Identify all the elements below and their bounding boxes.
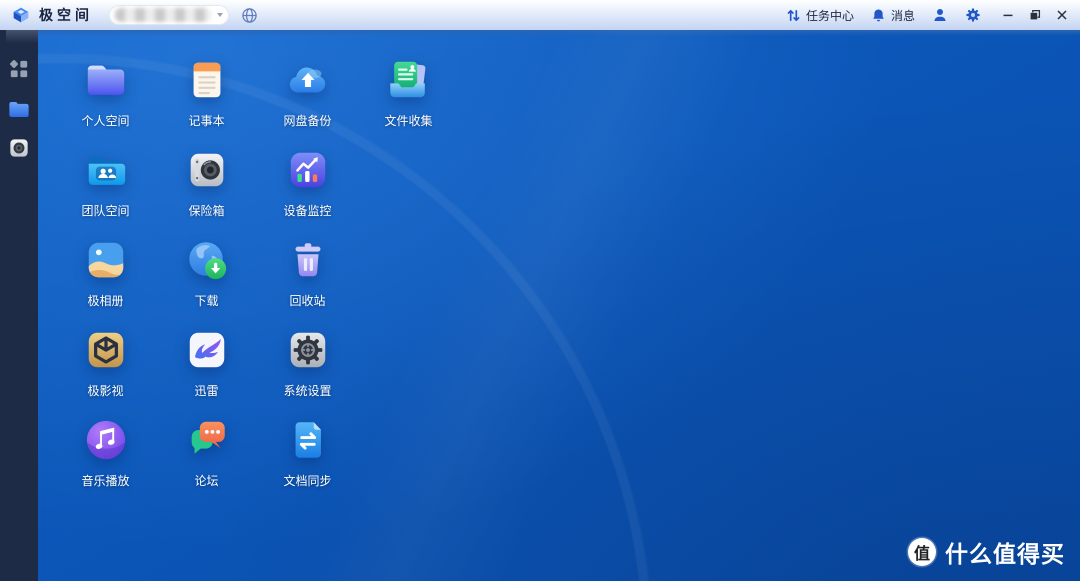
topbar-left: 极空间 [10, 4, 258, 26]
photo-album-icon [83, 237, 129, 283]
window-controls [1002, 9, 1068, 21]
zspace-logo-icon [10, 4, 32, 26]
personal-space-folder-icon [83, 57, 129, 103]
app-label: 文件收集 [384, 112, 432, 129]
app-label: 设备监控 [283, 202, 331, 219]
app-label: 个人空间 [81, 112, 129, 129]
download-globe-icon [184, 237, 230, 283]
forum-chat-icon [184, 417, 230, 463]
notepad-icon [184, 57, 230, 103]
app-doc-sync[interactable]: 文档同步 [257, 417, 358, 489]
file-collect-icon [386, 57, 432, 103]
app-label: 文档同步 [283, 472, 331, 489]
app-label: 网盘备份 [283, 112, 331, 129]
app-system-settings[interactable]: 系统设置 [257, 327, 358, 399]
smzdm-watermark-text: 什么值得买 [945, 535, 1065, 569]
safe-dial-icon [9, 138, 29, 158]
apps-grid-icon [9, 59, 29, 79]
monitor-chart-icon [285, 147, 331, 193]
restore-button[interactable] [1029, 9, 1041, 21]
app-recycle-bin[interactable]: 回收站 [257, 237, 358, 309]
app-label: 极影视 [87, 382, 123, 399]
movies-cube-icon [83, 327, 129, 373]
account-name-blurred[interactable] [109, 5, 229, 25]
safe-box-icon [184, 147, 230, 193]
app-grid-row: 团队空间 [55, 147, 459, 219]
app-music-player[interactable]: 音乐播放 [55, 417, 156, 489]
trash-icon [285, 237, 331, 283]
app-team-space[interactable]: 团队空间 [55, 147, 156, 219]
window-body: 个人空间 [0, 30, 1080, 581]
close-button[interactable] [1056, 9, 1068, 21]
app-grid-row: 极影视 迅雷 [55, 327, 459, 399]
settings-gear-icon [285, 327, 331, 373]
app-grid: 个人空间 [55, 57, 459, 507]
task-center-button[interactable]: 任务中心 [786, 7, 854, 24]
task-center-label: 任务中心 [806, 7, 854, 24]
app-grid-row: 个人空间 [55, 57, 459, 129]
topbar-right: 任务中心 消息 [786, 7, 1068, 24]
app-grid-row: 音乐播放 [55, 417, 459, 489]
app-download[interactable]: 下载 [156, 237, 257, 309]
app-label: 记事本 [188, 112, 224, 129]
music-note-icon [83, 417, 129, 463]
sidebar-item-safe[interactable] [9, 138, 29, 158]
sidebar [0, 30, 38, 581]
app-grid-row: 极相册 [55, 237, 459, 309]
task-center-icon [786, 8, 801, 23]
sidebar-item-apps[interactable] [9, 59, 29, 79]
app-device-monitor[interactable]: 设备监控 [257, 147, 358, 219]
sidebar-item-files[interactable] [8, 100, 30, 119]
team-space-folder-icon [83, 147, 129, 193]
brand-title: 极空间 [39, 5, 93, 25]
smzdm-badge-icon: 值 [908, 538, 936, 566]
folder-icon [8, 100, 30, 119]
smzdm-watermark: 值 什么值得买 [908, 535, 1065, 569]
app-label: 回收站 [289, 292, 325, 309]
user-icon [932, 7, 948, 23]
app-thunder[interactable]: 迅雷 [156, 327, 257, 399]
topbar: 极空间 任务中心 [0, 0, 1080, 30]
messages-label: 消息 [891, 7, 915, 24]
desktop: 个人空间 [38, 30, 1080, 581]
app-photo-album[interactable]: 极相册 [55, 237, 156, 309]
app-file-collect[interactable]: 文件收集 [358, 57, 459, 129]
thunder-bird-icon [184, 327, 230, 373]
app-label: 团队空间 [81, 202, 129, 219]
blurred-content [115, 8, 211, 22]
app-label: 极相册 [87, 292, 123, 309]
app-personal-space[interactable]: 个人空间 [55, 57, 156, 129]
bell-icon [871, 8, 886, 23]
app-label: 保险箱 [188, 202, 224, 219]
app-label: 论坛 [194, 472, 218, 489]
app-notepad[interactable]: 记事本 [156, 57, 257, 129]
app-label: 迅雷 [194, 382, 218, 399]
cloud-upload-icon [285, 57, 331, 103]
app-label: 下载 [194, 292, 218, 309]
app-label: 系统设置 [283, 382, 331, 399]
minimize-button[interactable] [1002, 9, 1014, 21]
app-forum[interactable]: 论坛 [156, 417, 257, 489]
app-safe-box[interactable]: 保险箱 [156, 147, 257, 219]
user-button[interactable] [932, 7, 948, 23]
app-movies[interactable]: 极影视 [55, 327, 156, 399]
doc-sync-icon [285, 417, 331, 463]
settings-button[interactable] [965, 7, 981, 23]
app-cloud-backup[interactable]: 网盘备份 [257, 57, 358, 129]
messages-button[interactable]: 消息 [871, 7, 915, 24]
globe-icon[interactable] [241, 7, 258, 24]
zspace-window: 极空间 任务中心 [0, 0, 1080, 581]
chevron-down-icon [217, 13, 223, 17]
gear-icon [965, 7, 981, 23]
app-label: 音乐播放 [81, 472, 129, 489]
